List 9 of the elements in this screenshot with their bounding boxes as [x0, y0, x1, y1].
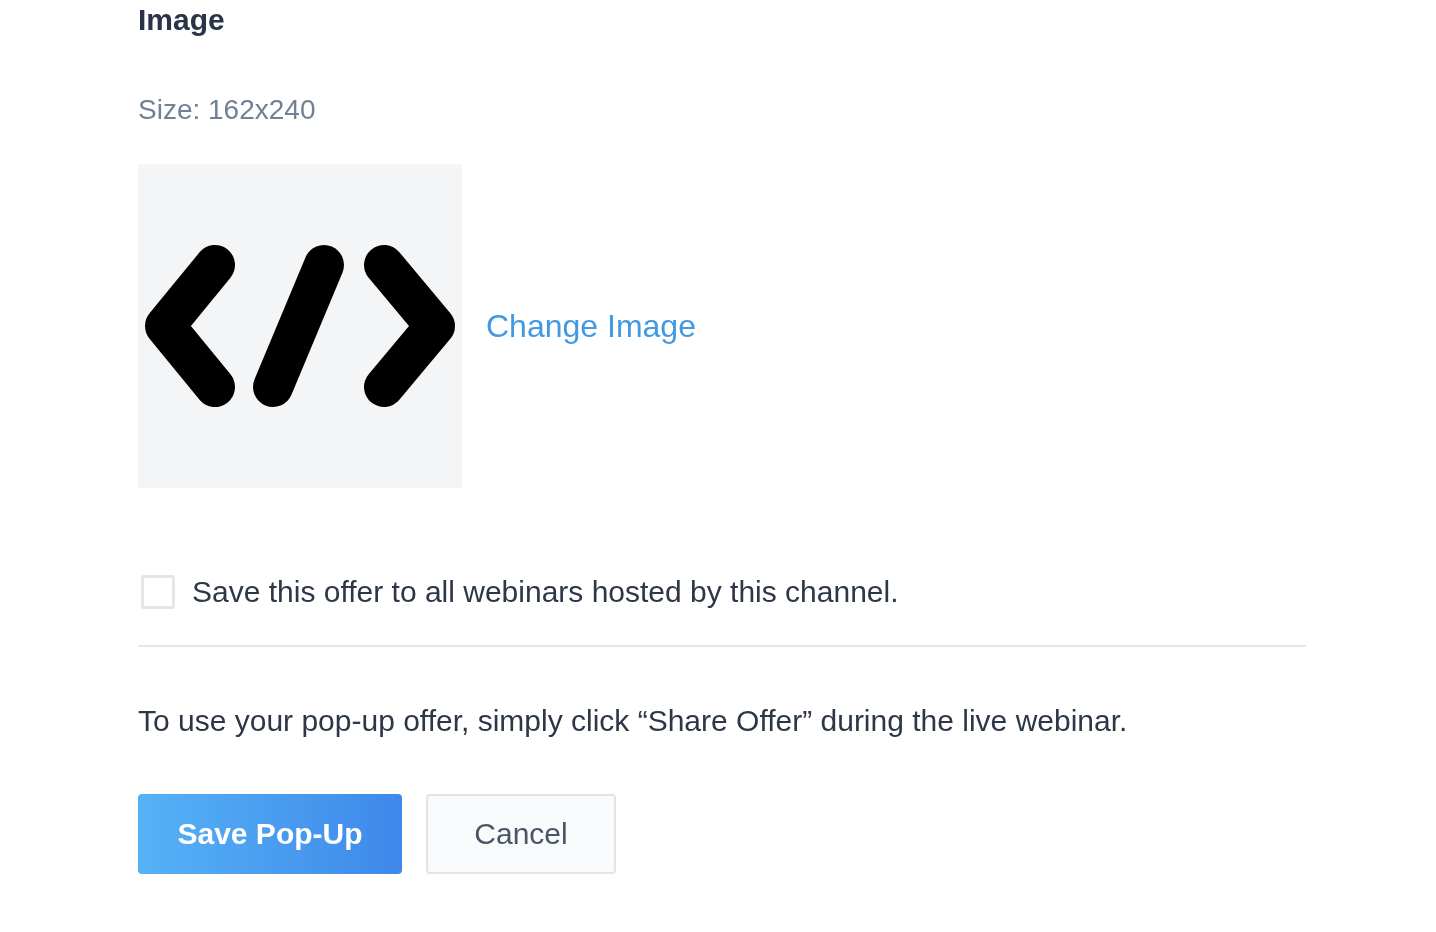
size-hint: Size: 162x240 — [138, 93, 316, 127]
change-image-link[interactable]: Change Image — [486, 306, 696, 346]
save-button[interactable]: Save Pop-Up — [138, 794, 402, 874]
instruction-text: To use your pop-up offer, simply click “Share Offer” during the live webinar. — [138, 703, 1128, 739]
checkbox-label: Save this offer to all webinars hosted by this channel. — [192, 574, 899, 610]
section-title: Image — [138, 2, 225, 38]
checkbox[interactable] — [141, 575, 175, 609]
cancel-button[interactable]: Cancel — [426, 794, 616, 874]
code-icon — [142, 243, 458, 409]
